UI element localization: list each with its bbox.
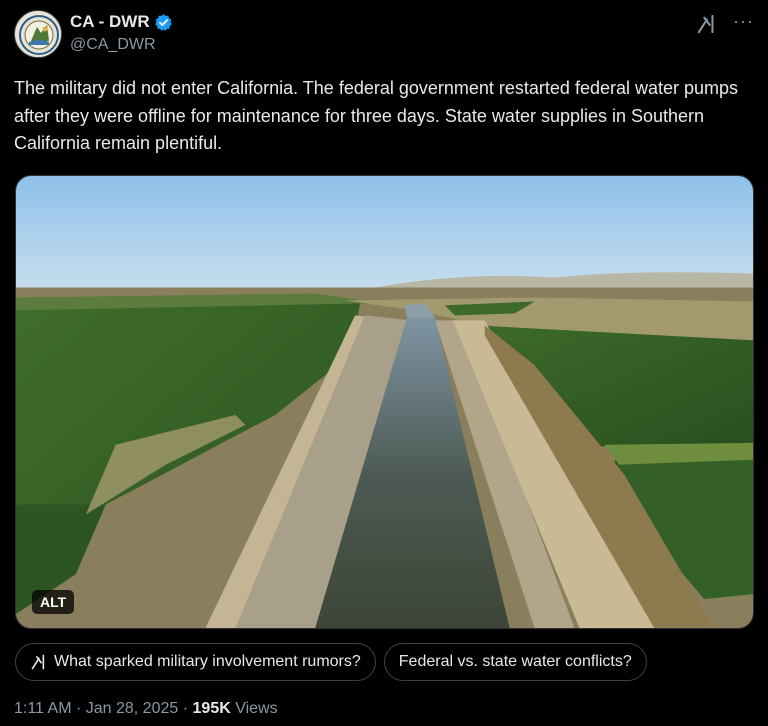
grok-icon[interactable]: [696, 14, 718, 34]
display-name[interactable]: CA - DWR: [70, 12, 150, 32]
more-options-icon[interactable]: ···: [733, 11, 754, 32]
chip-label: Federal vs. state water conflicts?: [398, 653, 632, 670]
canal-aerial-photo: [16, 176, 753, 628]
handle[interactable]: @CA_DWR: [70, 36, 156, 54]
alt-text-badge[interactable]: ALT: [32, 590, 75, 614]
tweet-time[interactable]: 1:11 AM: [14, 700, 72, 717]
avatar[interactable]: [14, 10, 62, 58]
tweet-date[interactable]: Jan 28, 2025: [86, 700, 179, 717]
state-seal-icon: [16, 12, 61, 57]
verified-badge-icon: [154, 13, 172, 31]
views-count: 195K: [192, 700, 231, 717]
tweet-header: CA - DWR @CA_DWR ···: [14, 10, 754, 62]
grok-suggestions: What sparked military involvement rumors…: [15, 643, 647, 681]
separator: ·: [182, 700, 189, 717]
chip-water-conflicts[interactable]: Federal vs. state water conflicts?: [383, 643, 647, 681]
tweet-photo[interactable]: [15, 175, 754, 629]
chip-label: What sparked military involvement rumors…: [54, 653, 361, 670]
grok-icon: [31, 654, 45, 670]
views-label: Views: [235, 700, 278, 717]
chip-military-rumors[interactable]: What sparked military involvement rumors…: [15, 643, 376, 681]
separator: ·: [75, 700, 82, 717]
tweet-meta: 1:11 AM · Jan 28, 2025 · 195K Views: [14, 700, 278, 718]
tweet-text: The military did not enter California. T…: [14, 78, 739, 153]
